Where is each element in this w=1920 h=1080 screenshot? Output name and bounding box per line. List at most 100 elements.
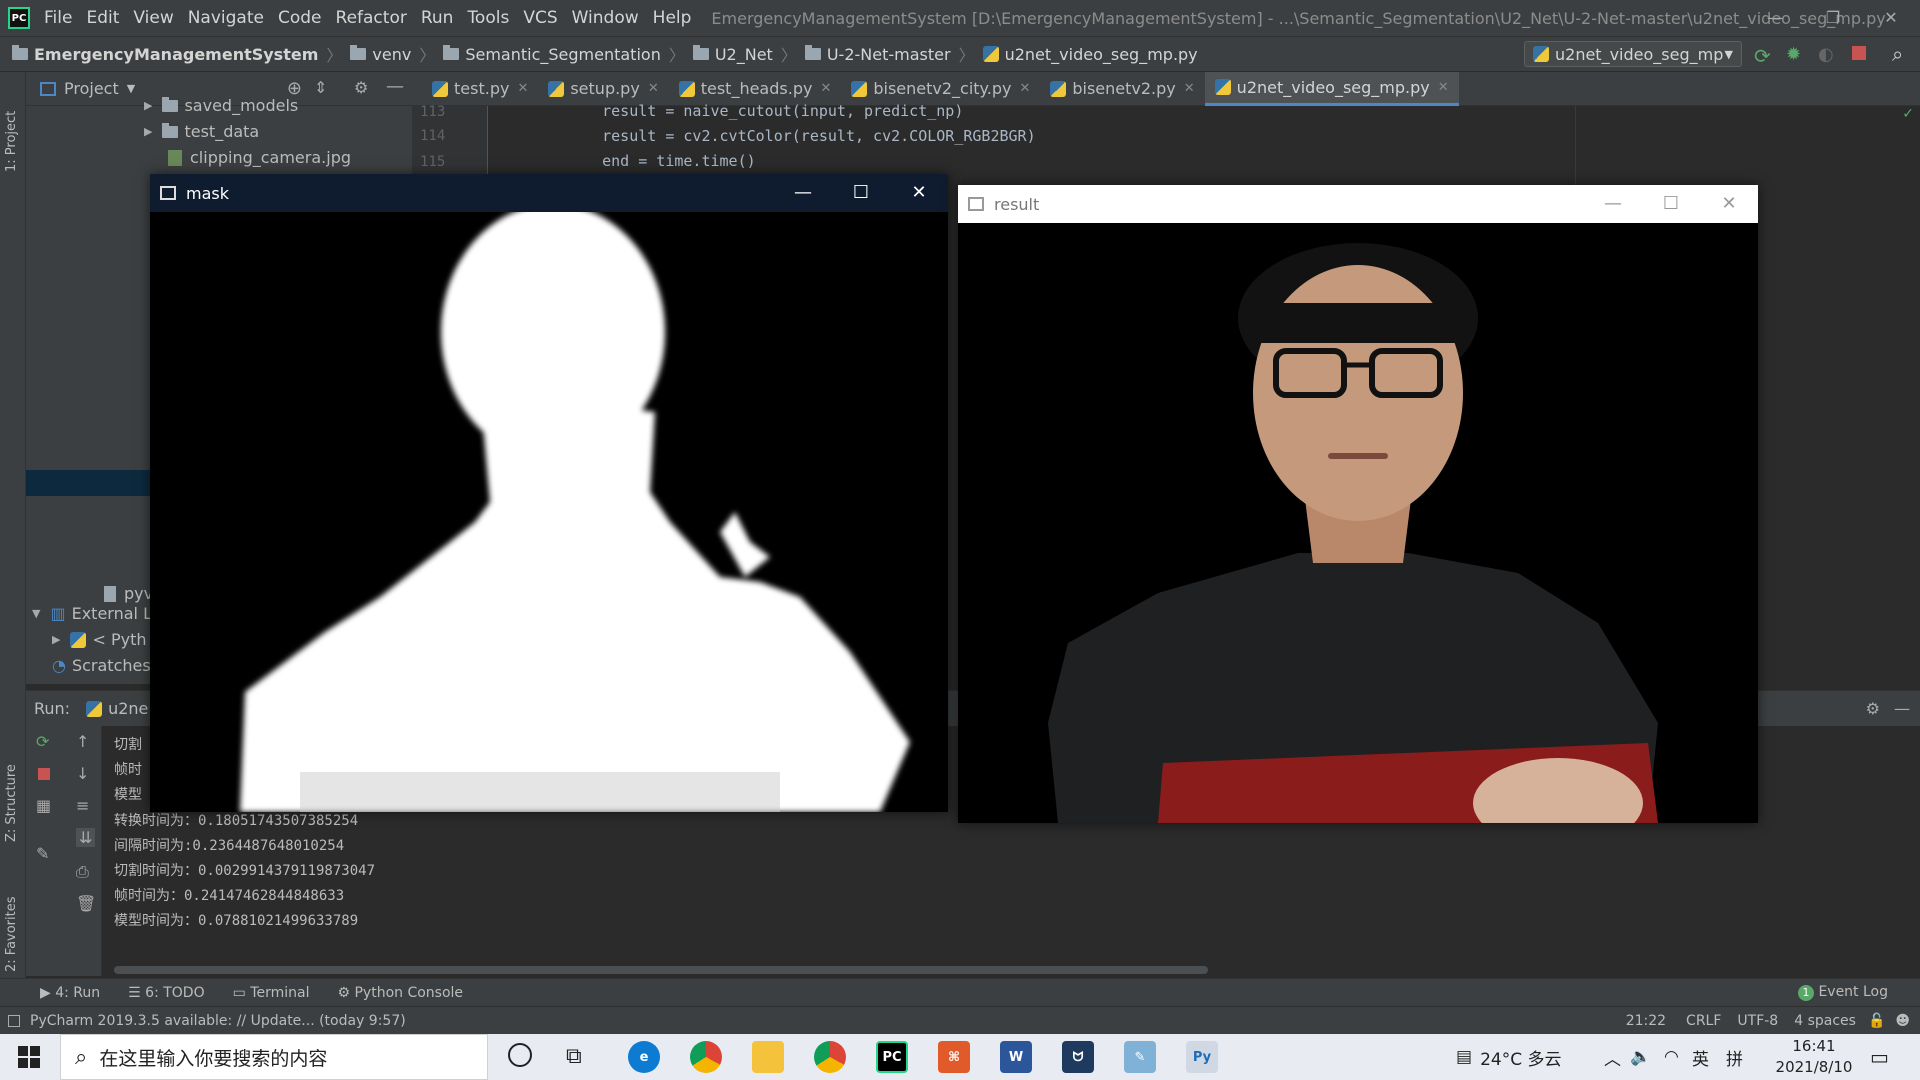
- tree-item-test-data[interactable]: ▶ test_data: [144, 122, 259, 141]
- windows-start-icon[interactable]: [18, 1046, 40, 1068]
- tab-bisenetv2-city-py[interactable]: bisenetv2_city.py ✕: [841, 72, 1040, 106]
- search-icon[interactable]: ⌕: [1892, 42, 1903, 66]
- close-tab-icon[interactable]: ✕: [1184, 81, 1195, 96]
- app-cat-icon[interactable]: ᗢ: [1062, 1041, 1094, 1073]
- close-tab-icon[interactable]: ✕: [820, 81, 831, 96]
- volume-icon[interactable]: 🔈: [1630, 1034, 1651, 1080]
- breadcrumb-semseg[interactable]: Semantic_Segmentation: [465, 45, 661, 64]
- down-arrow-icon[interactable]: ↓: [76, 764, 89, 783]
- gear-icon[interactable]: ⚙: [354, 78, 368, 97]
- ime-mode[interactable]: 英: [1692, 1034, 1709, 1080]
- menu-run[interactable]: Run: [421, 8, 454, 28]
- pycharm-taskbar-icon[interactable]: PC: [876, 1041, 908, 1073]
- project-tool-button[interactable]: 1: Project: [4, 82, 19, 172]
- chrome-icon[interactable]: [690, 1041, 722, 1073]
- python-taskbar-icon[interactable]: Py: [1186, 1041, 1218, 1073]
- cortana-icon[interactable]: [508, 1043, 532, 1067]
- app-pen-icon[interactable]: ✎: [1124, 1041, 1156, 1073]
- result-window[interactable]: result — ☐ ✕: [958, 185, 1758, 823]
- wifi-icon[interactable]: ◠: [1664, 1034, 1679, 1080]
- menu-window[interactable]: Window: [572, 8, 639, 28]
- pin-icon[interactable]: ✎: [36, 844, 49, 863]
- close-tab-icon[interactable]: ✕: [1019, 81, 1030, 96]
- debug-icon[interactable]: ✹: [1786, 44, 1801, 65]
- menu-tools[interactable]: Tools: [467, 8, 509, 28]
- taskbar-search-box[interactable]: ⌕ 在这里输入你要搜索的内容: [60, 1034, 488, 1080]
- restore-layout-icon[interactable]: ▦: [36, 796, 51, 815]
- tab-test-heads-py[interactable]: test_heads.py ✕: [669, 72, 842, 106]
- minimize-icon[interactable]: —: [1746, 0, 1804, 36]
- stop-icon[interactable]: [38, 768, 50, 780]
- app-orange-icon[interactable]: ⌘: [938, 1041, 970, 1073]
- hide-panel-icon[interactable]: —: [386, 76, 404, 97]
- menu-help[interactable]: Help: [653, 8, 692, 28]
- close-tab-icon[interactable]: ✕: [517, 81, 528, 96]
- tab-u2net-video-seg-mp-py[interactable]: u2net_video_seg_mp.py ✕: [1204, 71, 1459, 106]
- tab-bisenetv2-py[interactable]: bisenetv2.py ✕: [1040, 72, 1204, 106]
- menu-code[interactable]: Code: [278, 8, 322, 28]
- breadcrumb-project[interactable]: EmergencyManagementSystem: [34, 45, 318, 64]
- file-explorer-icon[interactable]: [752, 1041, 784, 1073]
- breadcrumb-u2net-master[interactable]: U-2-Net-master: [827, 45, 951, 64]
- project-panel-title[interactable]: Project: [64, 79, 119, 98]
- rerun-icon[interactable]: ⟳: [1754, 44, 1771, 68]
- status-message[interactable]: PyCharm 2019.3.5 available: // Update...…: [30, 1013, 406, 1029]
- tree-item-clipping-camera[interactable]: clipping_camera.jpg: [168, 148, 351, 167]
- run-tab[interactable]: u2ne: [108, 699, 148, 718]
- trash-icon[interactable]: 🗑: [76, 894, 96, 913]
- word-icon[interactable]: W: [1000, 1041, 1032, 1073]
- scroll-to-end-icon[interactable]: ⇊: [76, 828, 96, 847]
- menu-vcs[interactable]: VCS: [523, 8, 557, 28]
- chrome-icon-2[interactable]: [814, 1041, 846, 1073]
- minimize-icon[interactable]: —: [1584, 185, 1642, 221]
- close-tab-icon[interactable]: ✕: [1438, 80, 1449, 95]
- line-separator[interactable]: CRLF: [1686, 1013, 1721, 1029]
- up-arrow-icon[interactable]: ↑: [76, 732, 89, 751]
- event-log-button[interactable]: 1 Event Log: [1797, 984, 1888, 1001]
- task-view-icon[interactable]: ⧉: [566, 1044, 582, 1069]
- maximize-icon[interactable]: ☐: [1642, 185, 1700, 221]
- python-console-tool-button[interactable]: ⚙ Python Console: [337, 985, 463, 1001]
- clock[interactable]: 16:41 2021/8/10: [1766, 1036, 1862, 1078]
- close-icon[interactable]: ✕: [1862, 0, 1920, 36]
- horizontal-scrollbar[interactable]: [114, 966, 1208, 974]
- close-icon[interactable]: ✕: [1700, 185, 1758, 221]
- menu-edit[interactable]: Edit: [86, 8, 119, 28]
- stop-icon[interactable]: [1852, 46, 1866, 60]
- menu-view[interactable]: View: [133, 8, 173, 28]
- tree-item-pyv[interactable]: pyv: [104, 584, 153, 603]
- run-config-select[interactable]: u2net_video_seg_mp ▼: [1524, 41, 1742, 67]
- show-hidden-icons[interactable]: ︿: [1604, 1034, 1621, 1080]
- tree-item-python-sdk[interactable]: ▶ < Pyth: [52, 630, 147, 649]
- restore-icon[interactable]: ❐: [1804, 0, 1862, 36]
- soft-wrap-icon[interactable]: ≡: [76, 796, 89, 815]
- close-tab-icon[interactable]: ✕: [648, 81, 659, 96]
- caret-position[interactable]: 21:22: [1626, 1013, 1666, 1029]
- inspector-icon[interactable]: ☻: [1895, 1013, 1910, 1029]
- indent-setting[interactable]: 4 spaces: [1794, 1013, 1856, 1029]
- coverage-icon[interactable]: ◐: [1818, 44, 1834, 65]
- print-icon[interactable]: ⎙: [76, 862, 89, 882]
- tab-test-py[interactable]: test.py ✕: [422, 72, 538, 106]
- gear-icon[interactable]: ⚙: [1866, 699, 1880, 718]
- hide-panel-icon[interactable]: —: [1894, 699, 1910, 718]
- run-tool-button[interactable]: ▶ 4: Run: [40, 985, 100, 1001]
- rerun-icon[interactable]: ⟳: [36, 732, 49, 751]
- breadcrumb-venv[interactable]: venv: [372, 45, 411, 64]
- file-encoding[interactable]: UTF-8: [1737, 1013, 1778, 1029]
- notification-icon[interactable]: ▭: [1870, 1034, 1889, 1080]
- breadcrumb-u2net[interactable]: U2_Net: [715, 45, 773, 64]
- favorites-tool-button[interactable]: 2: Favorites: [4, 872, 19, 972]
- maximize-icon[interactable]: ☐: [832, 174, 890, 210]
- breadcrumb-file[interactable]: u2net_video_seg_mp.py: [1005, 45, 1198, 64]
- collapse-all-icon[interactable]: ⇕: [314, 78, 327, 97]
- weather-tray[interactable]: ▤ 24°C 多云: [1456, 1034, 1561, 1080]
- window-layout-icon[interactable]: [8, 1014, 20, 1027]
- minimize-icon[interactable]: —: [774, 174, 832, 210]
- tree-item-external-libraries[interactable]: ▼ ▥ External Li: [32, 604, 156, 623]
- mask-window[interactable]: mask — ☐ ✕: [150, 174, 948, 812]
- tab-setup-py[interactable]: setup.py ✕: [538, 72, 668, 106]
- menu-file[interactable]: File: [44, 8, 72, 28]
- edge-icon[interactable]: e: [628, 1041, 660, 1073]
- todo-tool-button[interactable]: ☰ 6: TODO: [128, 985, 204, 1001]
